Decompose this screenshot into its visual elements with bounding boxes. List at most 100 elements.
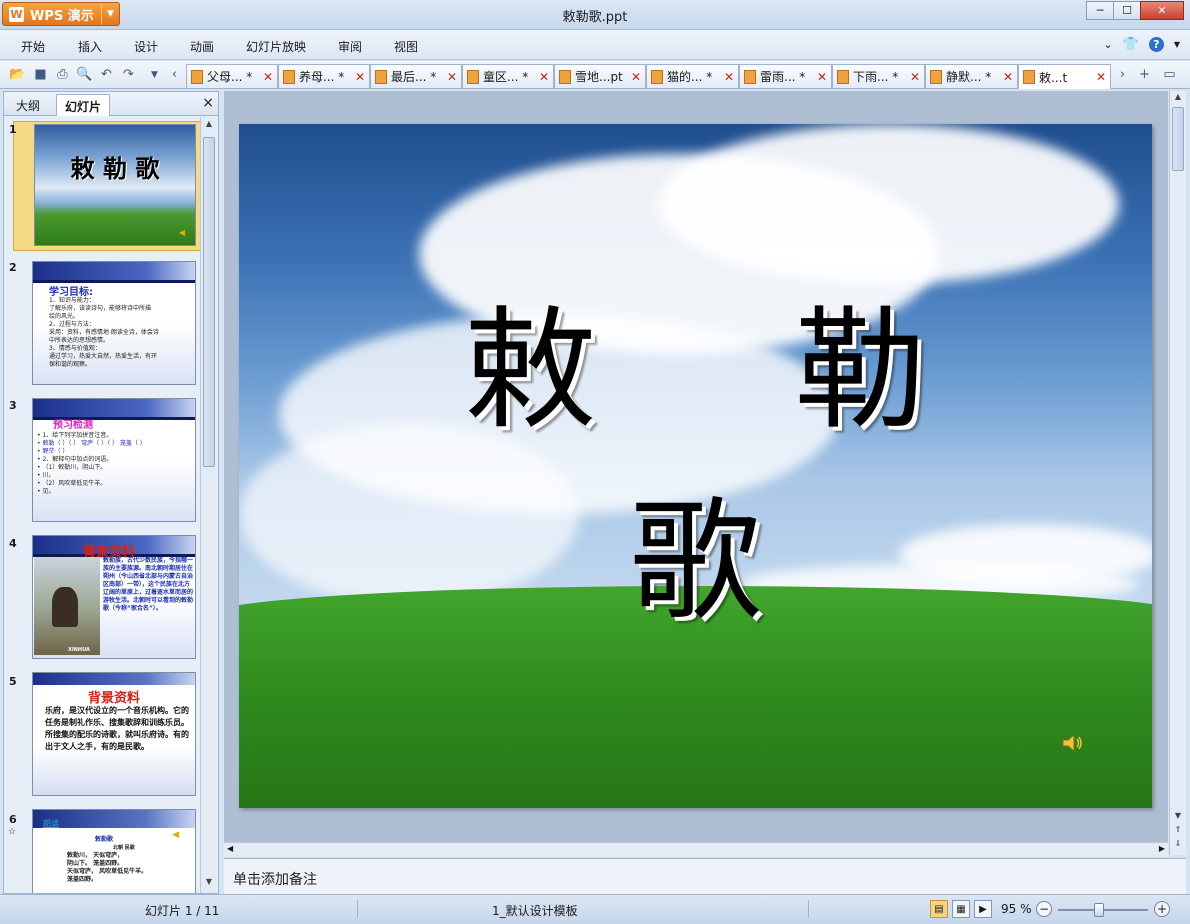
tabs-scroll-right-icon[interactable]: › <box>1114 66 1131 83</box>
close-tab-icon[interactable]: ✕ <box>1096 70 1106 84</box>
speaker-icon[interactable] <box>1061 732 1085 754</box>
close-tab-icon[interactable]: ✕ <box>724 70 734 84</box>
close-tab-icon[interactable]: ✕ <box>263 70 273 84</box>
close-window-button[interactable]: ✕ <box>1140 1 1184 20</box>
ppt-file-icon <box>191 69 203 84</box>
open-folder-icon[interactable]: 📂 <box>9 66 26 83</box>
doc-tab[interactable]: 雪地...pt ✕ <box>554 64 646 88</box>
menu-review[interactable]: 审阅 <box>338 38 362 55</box>
cloud-shape <box>659 124 1119 284</box>
thumb-top-bar <box>33 673 195 685</box>
doc-tab-label: 童区... * <box>483 70 529 84</box>
doc-tab[interactable]: 父母... * ✕ <box>186 64 278 88</box>
maximize-button[interactable]: ☐ <box>1113 1 1141 20</box>
title-bar: W WPS 演示 ▼ 敕勒歌.ppt ─ ☐ ✕ <box>0 0 1190 30</box>
ppt-file-icon <box>467 69 479 84</box>
tab-slides[interactable]: 幻灯片 <box>56 94 111 116</box>
print-icon[interactable]: ⎙ <box>54 66 71 83</box>
scrollbar-thumb[interactable] <box>203 137 215 467</box>
close-tab-icon[interactable]: ✕ <box>447 70 457 84</box>
notes-placeholder[interactable]: 单击添加备注 <box>233 869 317 889</box>
slide-sorter-view-button[interactable]: ▦ <box>952 900 970 918</box>
menu-insert[interactable]: 插入 <box>78 38 102 55</box>
notes-pane[interactable]: 单击添加备注 <box>224 858 1186 894</box>
text-line: 北朝 民歌 <box>113 845 135 851</box>
scroll-down-icon[interactable]: ▼ <box>1170 811 1186 825</box>
thumb-lines: • 1、给下列字加拼音注音。 • 敕勒（ ）（ ） 穹庐（ ）（ ） 笼盖（ ）… <box>37 432 193 496</box>
editor-vertical-scrollbar[interactable]: ▲ ▼ ⇑ ⇓ <box>1169 91 1186 855</box>
zoom-in-button[interactable]: + <box>1154 901 1170 917</box>
scrollbar-thumb[interactable] <box>1172 107 1184 171</box>
slideshow-view-button[interactable]: ▶ <box>974 900 992 918</box>
thumbnail-scrollbar[interactable]: ▲ ▼ <box>200 117 216 893</box>
zoom-slider-handle[interactable] <box>1094 903 1104 917</box>
divider <box>357 900 358 918</box>
doc-tab[interactable]: 猫的... * ✕ <box>646 64 739 88</box>
tab-list-icon[interactable]: ▭ <box>1161 66 1178 83</box>
zoom-out-button[interactable]: − <box>1036 901 1052 917</box>
text-line: 中所表达的思想感情。 <box>49 337 110 344</box>
help-dropdown-icon[interactable]: ▼ <box>1174 40 1180 49</box>
doc-tab-label: 雪地...pt <box>575 70 623 84</box>
close-tab-icon[interactable]: ✕ <box>910 70 920 84</box>
new-tab-plus-icon[interactable]: + <box>1136 66 1153 83</box>
doc-tab-label: 下雨... * <box>853 70 899 84</box>
doc-tab-label: 父母... * <box>207 70 253 84</box>
tab-outline[interactable]: 大纲 <box>8 94 48 116</box>
close-tab-icon[interactable]: ✕ <box>817 70 827 84</box>
doc-tab[interactable]: 下雨... * ✕ <box>832 64 925 88</box>
doc-tab[interactable]: 静默... * ✕ <box>925 64 1018 88</box>
scroll-down-icon[interactable]: ▼ <box>201 877 217 891</box>
slide-counter: 幻灯片 1 / 11 <box>145 904 220 918</box>
normal-view-button[interactable]: ▤ <box>930 900 948 918</box>
doc-tab-active[interactable]: 敕...t ✕ <box>1018 64 1111 89</box>
previous-slide-icon[interactable]: ⇑ <box>1170 825 1186 839</box>
redo-icon[interactable]: ↷ <box>120 66 137 83</box>
close-tab-icon[interactable]: ✕ <box>539 70 549 84</box>
customize-toolbar-icon[interactable]: ▼ <box>146 66 163 83</box>
text-line: 了解乐府，该读诗句，能够将诗中所描 <box>49 305 152 312</box>
slide-header-band <box>33 262 195 283</box>
collapse-ribbon-icon[interactable]: ⌄ <box>1103 38 1112 51</box>
next-slide-icon[interactable]: ⇓ <box>1170 839 1186 853</box>
thumb-heading: 学习目标: <box>49 287 93 298</box>
design-template-name: 1_默认设计模板 <box>492 904 578 918</box>
skin-shirt-icon[interactable]: 👕 <box>1123 37 1139 52</box>
close-tab-icon[interactable]: ✕ <box>1003 70 1013 84</box>
slide-title[interactable]: 敕 勒 歌 <box>239 264 1152 646</box>
doc-tab[interactable]: 最后... * ✕ <box>370 64 462 88</box>
close-tab-icon[interactable]: ✕ <box>355 70 365 84</box>
text-line: • 2、解释句中加点的词语。 <box>37 456 113 463</box>
menu-view[interactable]: 视图 <box>394 38 418 55</box>
scroll-up-icon[interactable]: ▲ <box>201 119 217 133</box>
doc-tab[interactable]: 养母... * ✕ <box>278 64 370 88</box>
menu-design[interactable]: 设计 <box>134 38 158 55</box>
scroll-left-icon[interactable]: ◀ <box>227 844 233 853</box>
doc-tab-label: 猫的... * <box>667 70 713 84</box>
save-icon[interactable]: ■ <box>32 66 49 83</box>
current-slide[interactable]: 敕 勒 歌 <box>239 124 1152 808</box>
minimize-button[interactable]: ─ <box>1086 1 1114 20</box>
print-preview-icon[interactable]: 🔍 <box>76 66 93 83</box>
zoom-level[interactable]: 95 % <box>1001 902 1032 916</box>
menu-home[interactable]: 开始 <box>21 38 45 55</box>
undo-icon[interactable]: ↶ <box>98 66 115 83</box>
text-line: 笼盖四野。 <box>67 876 98 883</box>
menu-slideshow[interactable]: 幻灯片放映 <box>246 38 306 55</box>
ppt-file-icon <box>559 69 571 84</box>
slide-thumb-image: 学习目标: 1、知识与能力： 了解乐府，该读诗句，能够将诗中所描 绘的风光。 2… <box>32 261 196 385</box>
tabs-scroll-left-icon[interactable]: ‹ <box>166 66 183 83</box>
editor-horizontal-scrollbar[interactable]: ◀ ▶ <box>224 842 1168 857</box>
scroll-right-icon[interactable]: ▶ <box>1159 844 1165 853</box>
text-line: • 敕勒（ ）（ ） 穹庐（ ）（ ） 笼盖（ ） <box>37 440 146 447</box>
doc-tab[interactable]: 雷雨... * ✕ <box>739 64 832 88</box>
scroll-up-icon[interactable]: ▲ <box>1170 92 1186 106</box>
text-line: • 野茫（ ） <box>37 448 69 455</box>
close-panel-icon[interactable]: × <box>202 95 214 111</box>
help-icon[interactable]: ? <box>1148 37 1164 52</box>
doc-tab[interactable]: 童区... * ✕ <box>462 64 554 88</box>
ppt-file-icon <box>930 69 942 84</box>
divider <box>808 900 809 918</box>
close-tab-icon[interactable]: ✕ <box>631 70 641 84</box>
menu-animation[interactable]: 动画 <box>190 38 214 55</box>
